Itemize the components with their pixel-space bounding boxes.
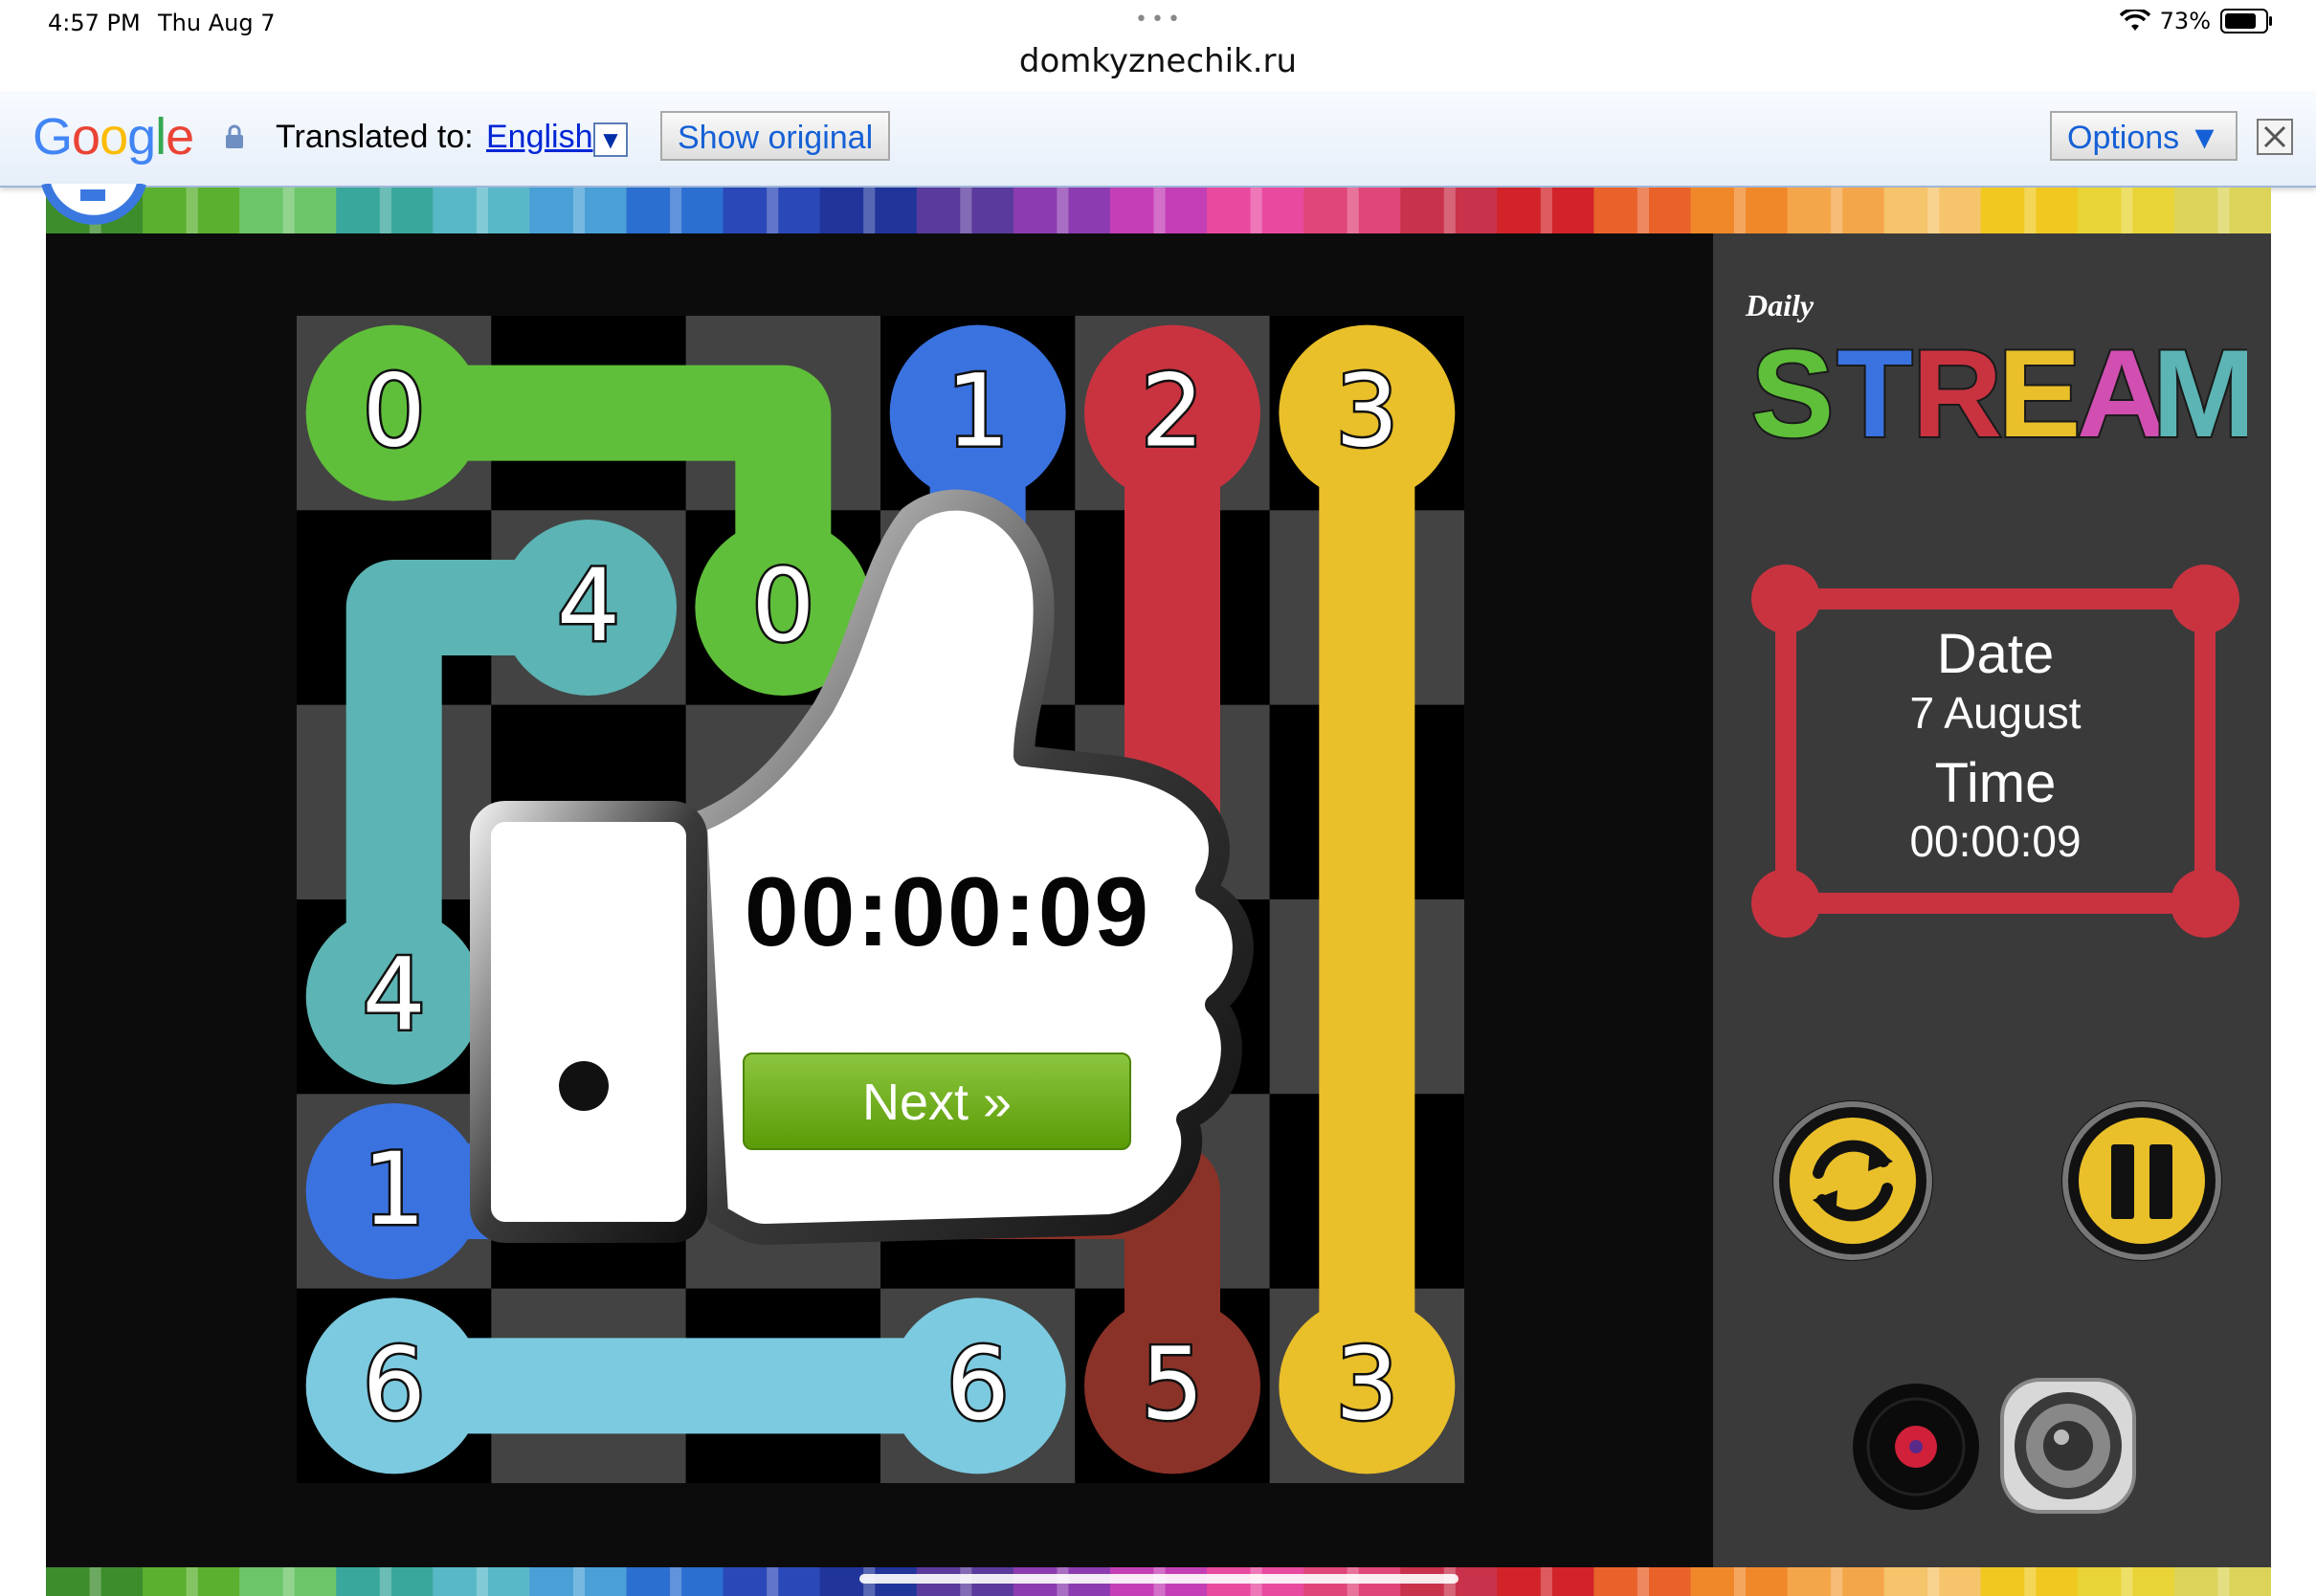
stripe-highlight — [1927, 1567, 1940, 1596]
endpoint-label: 2 — [1141, 353, 1204, 470]
pencil-stripe-top — [46, 188, 2271, 233]
restart-button[interactable] — [1770, 1098, 1935, 1263]
url-bar[interactable]: domkyznechik.ru — [0, 42, 2316, 80]
endpoint-label: 4 — [363, 937, 426, 1053]
stripe-highlight — [1733, 188, 1747, 233]
stripe-highlight — [2121, 188, 2133, 233]
music-toggle-icon[interactable] — [1849, 1380, 1983, 1514]
stripe-highlight — [1347, 188, 1359, 233]
logo-letter: E — [1998, 323, 2082, 455]
battery-percent: 73% — [2159, 8, 2211, 34]
home-indicator — [859, 1574, 1459, 1584]
daily-stream-logo: Daily S T REAM — [1745, 288, 2247, 455]
language-dropdown-icon[interactable]: ▼ — [593, 122, 628, 157]
status-date: Thu Aug 7 — [158, 10, 276, 36]
stripe-highlight — [863, 188, 876, 233]
show-original-button[interactable]: Show original — [660, 111, 891, 161]
endpoint-label: 3 — [1335, 1325, 1398, 1442]
stripe-highlight — [476, 1567, 488, 1596]
lock-icon — [226, 124, 243, 148]
endpoint-label: 1 — [946, 353, 1010, 470]
stripe-highlight — [476, 188, 488, 233]
stripe-highlight — [186, 188, 198, 233]
battery-icon — [2220, 9, 2272, 33]
logo-letter: T — [1837, 323, 1912, 455]
stripe-highlight — [282, 188, 295, 233]
translate-bar: Google Translated to: English ▼ Show ori… — [0, 94, 2316, 188]
stripe-highlight — [1927, 188, 1940, 233]
stripe-highlight — [1443, 188, 1456, 233]
stripe-highlight — [1540, 1567, 1552, 1596]
stripe-highlight — [1733, 1567, 1747, 1596]
result-time: 00:00:09 — [744, 857, 1151, 966]
stripe-highlight — [1540, 188, 1552, 233]
stripe-highlight — [670, 188, 682, 233]
stripe-highlight — [1637, 1567, 1650, 1596]
time-label: Time — [1934, 752, 2057, 814]
endpoint-label: 0 — [363, 353, 426, 470]
multitask-dots-icon[interactable]: ••• — [1135, 8, 1184, 32]
stripe-highlight — [1637, 188, 1650, 233]
translated-to-label: Translated to: — [276, 119, 474, 155]
endpoint-label: 6 — [946, 1325, 1010, 1442]
options-button[interactable]: Options ▼ — [2050, 111, 2238, 161]
stripe-highlight — [89, 1567, 101, 1596]
stripe-highlight — [2217, 1567, 2230, 1596]
stripe-highlight — [379, 1567, 391, 1596]
stripe-highlight — [2024, 1567, 2037, 1596]
endpoint-label: 1 — [363, 1131, 426, 1248]
google-logo: Google — [33, 108, 194, 166]
endpoint-label: 3 — [1335, 353, 1398, 470]
next-button[interactable]: Next » — [743, 1053, 1131, 1150]
logo-letter: S — [1751, 323, 1835, 455]
status-bar: 4:57 PM Thu Aug 7 ••• 73% — [0, 0, 2316, 46]
speaker-icon[interactable] — [1996, 1374, 2140, 1518]
status-right: 73% — [2119, 8, 2272, 34]
stripe-highlight — [572, 1567, 586, 1596]
back-icon[interactable] — [38, 184, 153, 241]
stripe-highlight — [282, 1567, 295, 1596]
stripe-highlight — [2217, 188, 2230, 233]
stripe-highlight — [1250, 188, 1262, 233]
stripe-highlight — [767, 1567, 779, 1596]
stripe-highlight — [572, 188, 586, 233]
stripe-highlight — [1831, 1567, 1843, 1596]
close-translate-icon[interactable] — [2257, 119, 2293, 155]
logo-letter: R — [1912, 323, 2002, 455]
endpoint-label: 5 — [1141, 1325, 1204, 1442]
stripe-highlight — [2121, 1567, 2133, 1596]
language-link[interactable]: English — [486, 119, 593, 156]
date-value: 7 August — [1909, 688, 2082, 738]
date-label: Date — [1936, 623, 2055, 685]
stripe-highlight — [960, 188, 972, 233]
stripe-highlight — [767, 188, 779, 233]
stripe-highlight — [186, 1567, 198, 1596]
stripe-highlight — [1831, 188, 1843, 233]
logo-letter: M — [2152, 323, 2247, 455]
stripe-highlight — [670, 1567, 682, 1596]
time-value: 00:00:09 — [1909, 816, 2082, 866]
stripe-highlight — [379, 188, 391, 233]
logo-daily-text: Daily — [1745, 288, 1815, 322]
status-time: 4:57 PM — [48, 10, 141, 36]
pause-button[interactable] — [2060, 1098, 2224, 1263]
stripe-highlight — [1153, 188, 1166, 233]
stripe-highlight — [1057, 188, 1069, 233]
wifi-icon — [2119, 10, 2150, 31]
endpoint-label: 6 — [363, 1325, 426, 1442]
stripe-highlight — [2024, 188, 2037, 233]
